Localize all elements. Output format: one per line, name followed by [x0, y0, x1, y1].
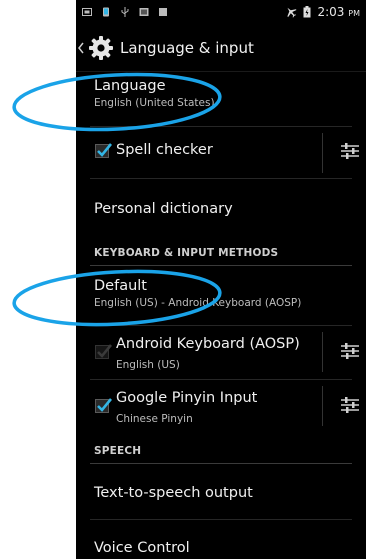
spell-checker-setting[interactable]: Spell checker — [76, 127, 366, 177]
back-chevron-icon[interactable] — [76, 36, 86, 60]
action-bar[interactable]: Language & input — [76, 24, 366, 72]
tts-title: Text-to-speech output — [94, 485, 253, 501]
personal-dictionary-setting[interactable]: Personal dictionary — [76, 201, 366, 217]
google-pinyin-title: Google Pinyin Input — [116, 390, 258, 406]
checkmark-icon — [97, 143, 113, 157]
vertical-separator — [322, 133, 323, 173]
settings-gear-icon — [89, 35, 113, 60]
voice-control-setting[interactable]: Voice Control — [76, 540, 366, 556]
divider — [90, 519, 352, 520]
divider — [90, 178, 352, 179]
status-bar: 2:03 PM — [76, 0, 366, 24]
android-keyboard-checkbox[interactable] — [95, 344, 113, 359]
google-pinyin-checkbox[interactable] — [95, 398, 113, 413]
page-title: Language & input — [120, 38, 254, 57]
language-title: Language — [94, 78, 166, 94]
language-setting[interactable]: Language English (United States) — [76, 78, 366, 109]
section-header-speech: SPEECH — [94, 445, 142, 457]
android-keyboard-setting[interactable]: Android Keyboard (AOSP) English (US) — [76, 326, 366, 378]
image-icon — [139, 8, 149, 16]
spell-checker-settings-sliders-icon[interactable] — [339, 141, 361, 161]
tts-setting[interactable]: Text-to-speech output — [76, 485, 366, 501]
notification-icons — [82, 7, 168, 17]
vertical-separator — [322, 386, 323, 426]
phone-icon — [103, 7, 109, 17]
section-divider — [90, 463, 352, 464]
vertical-separator — [322, 332, 323, 372]
section-header-keyboard: KEYBOARD & INPUT METHODS — [94, 247, 279, 259]
usb-icon — [121, 7, 129, 17]
default-title: Default — [94, 278, 147, 294]
language-subtitle: English (United States) — [94, 97, 215, 109]
phone-screen: 2:03 PM Language & input Language Englis… — [76, 0, 366, 559]
status-clock: 2:03 PM — [317, 5, 360, 19]
default-subtitle: English (US) - Android Keyboard (AOSP) — [94, 297, 302, 309]
android-keyboard-title: Android Keyboard (AOSP) — [116, 336, 300, 352]
google-pinyin-subtitle: Chinese Pinyin — [116, 413, 193, 425]
android-keyboard-settings-sliders-icon[interactable] — [339, 341, 361, 361]
spell-checker-title: Spell checker — [116, 142, 213, 158]
voice-control-title: Voice Control — [94, 540, 190, 556]
section-divider — [90, 265, 352, 266]
android-keyboard-subtitle: English (US) — [116, 359, 180, 371]
personal-dictionary-title: Personal dictionary — [94, 201, 233, 217]
square-icon — [159, 8, 167, 16]
airplane-icon — [287, 7, 297, 18]
google-pinyin-setting[interactable]: Google Pinyin Input Chinese Pinyin — [76, 380, 366, 432]
sd-card-icon — [82, 8, 92, 16]
spell-checker-checkbox[interactable] — [95, 143, 113, 158]
default-keyboard-setting[interactable]: Default English (US) - Android Keyboard … — [76, 278, 366, 309]
checkmark-icon — [97, 344, 113, 358]
google-pinyin-settings-sliders-icon[interactable] — [339, 395, 361, 415]
checkmark-icon — [97, 398, 113, 412]
status-right: 2:03 PM — [285, 5, 360, 19]
battery-icon — [303, 6, 311, 18]
